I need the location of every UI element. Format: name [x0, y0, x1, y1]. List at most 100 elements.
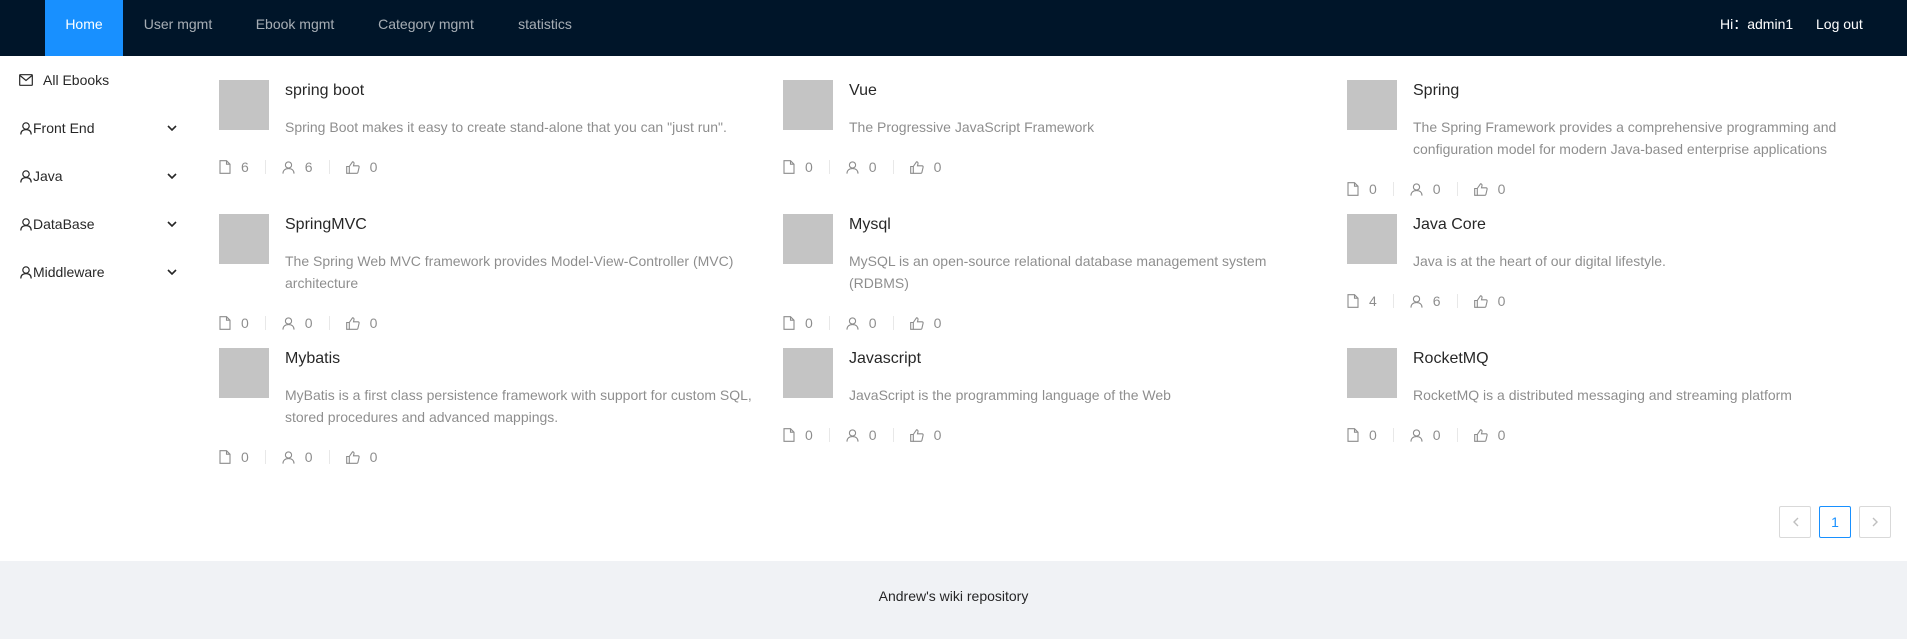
user-icon: [1410, 294, 1433, 308]
divider: [828, 316, 830, 330]
pagination-prev-button[interactable]: [1779, 506, 1811, 538]
nav-item-statistics[interactable]: statistics: [495, 0, 595, 56]
vote-count: 0: [1497, 427, 1506, 443]
nav-item-home[interactable]: Home: [45, 0, 123, 56]
sidebar-item-all-ebooks[interactable]: All Ebooks: [0, 60, 200, 100]
divider: [892, 316, 894, 330]
file-icon: [783, 428, 805, 442]
user-icon: [19, 156, 33, 196]
ebook-title[interactable]: spring boot: [285, 82, 364, 100]
divider: [1456, 294, 1458, 308]
view-count: 0: [868, 427, 877, 443]
like-icon: [1473, 428, 1498, 442]
divider: [264, 160, 266, 174]
ebook-title[interactable]: Mybatis: [285, 350, 340, 368]
pagination-page-1[interactable]: 1: [1819, 506, 1851, 538]
user-greeting: Hi：admin1: [1720, 16, 1794, 32]
page-footer: Andrew's wiki repository: [0, 561, 1907, 639]
divider: [328, 160, 330, 174]
ebook-stats: 6 6 0: [219, 156, 377, 178]
view-count: 0: [868, 315, 877, 331]
sidebar-item-java[interactable]: Java: [0, 156, 200, 196]
doc-count: 4: [1369, 293, 1377, 309]
file-icon: [219, 316, 241, 330]
divider: [1456, 182, 1458, 196]
file-icon: [1347, 428, 1369, 442]
sidebar-item-label: Java: [33, 168, 63, 184]
file-icon: [219, 450, 241, 464]
ebook-description: JavaScript is the programming language o…: [849, 387, 1171, 403]
user-icon: [846, 428, 869, 442]
ebook-title[interactable]: Javascript: [849, 350, 921, 368]
doc-count: 0: [241, 315, 249, 331]
footer-text: Andrew's wiki repository: [878, 588, 1029, 604]
ebook-title[interactable]: RocketMQ: [1413, 350, 1489, 368]
user-icon: [19, 204, 33, 244]
divider: [1392, 182, 1394, 196]
vote-count: 0: [933, 315, 942, 331]
ebook-cover-image: [783, 80, 833, 130]
vote-count: 0: [933, 159, 942, 175]
ebook-stats: 0 0 0: [219, 446, 377, 468]
divider: [828, 160, 830, 174]
ebook-description: The Spring Framework provides a comprehe…: [1413, 119, 1837, 157]
user-icon: [282, 450, 305, 464]
user-icon: [1410, 428, 1433, 442]
sidebar-item-label: Front End: [33, 120, 95, 136]
ebook-title[interactable]: Vue: [849, 82, 877, 100]
ebook-description: Java is at the heart of our digital life…: [1413, 253, 1666, 269]
user-icon: [846, 316, 869, 330]
file-icon: [783, 316, 805, 330]
user-icon: [846, 160, 869, 174]
doc-count: 0: [805, 427, 813, 443]
ebook-title[interactable]: Spring: [1413, 82, 1459, 100]
ebook-stats: 0 0 0: [1347, 424, 1505, 446]
nav-item-category-mgmt[interactable]: Category mgmt: [357, 0, 495, 56]
pagination-next-button[interactable]: [1859, 506, 1891, 538]
ebook-stats: 0 0 0: [783, 156, 941, 178]
user-icon: [19, 108, 33, 148]
sidebar-item-label: DataBase: [33, 216, 95, 232]
sidebar-item-front-end[interactable]: Front End: [0, 108, 200, 148]
doc-count: 0: [241, 449, 249, 465]
ebook-cover-image: [219, 348, 269, 398]
view-count: 0: [1432, 181, 1441, 197]
sidebar-item-label: All Ebooks: [43, 72, 110, 88]
ebook-title[interactable]: Java Core: [1413, 216, 1486, 234]
vote-count: 0: [369, 315, 378, 331]
sidebar-item-middleware[interactable]: Middleware: [0, 252, 200, 292]
ebook-cover-image: [1347, 348, 1397, 398]
sidebar-item-database[interactable]: DataBase: [0, 204, 200, 244]
ebook-description: Spring Boot makes it easy to create stan…: [285, 119, 727, 135]
doc-count: 6: [241, 159, 249, 175]
ebook-cover-image: [783, 348, 833, 398]
like-icon: [1473, 182, 1498, 196]
divider: [892, 428, 894, 442]
view-count: 6: [304, 159, 313, 175]
divider: [328, 316, 330, 330]
divider: [1392, 428, 1394, 442]
divider: [264, 316, 266, 330]
ebook-title[interactable]: Mysql: [849, 216, 891, 234]
user-icon: [282, 316, 305, 330]
divider: [1456, 428, 1458, 442]
ebook-description: The Spring Web MVC framework provides Mo…: [285, 253, 734, 291]
divider: [828, 428, 830, 442]
ebook-title[interactable]: SpringMVC: [285, 216, 367, 234]
view-count: 6: [1432, 293, 1441, 309]
user-icon: [19, 252, 33, 292]
ebook-cover-image: [219, 214, 269, 264]
logout-link[interactable]: Log out: [1816, 0, 1863, 48]
ebook-stats: 0 0 0: [783, 424, 941, 446]
category-sidebar: All Ebooks Front End Java DataBase Middl…: [0, 56, 200, 561]
chevron-down-icon: [164, 204, 180, 244]
divider: [1392, 294, 1394, 308]
view-count: 0: [868, 159, 877, 175]
like-icon: [909, 160, 934, 174]
like-icon: [909, 428, 934, 442]
user-icon: [282, 160, 305, 174]
doc-count: 0: [1369, 181, 1377, 197]
nav-item-user-mgmt[interactable]: User mgmt: [123, 0, 233, 56]
nav-item-ebook-mgmt[interactable]: Ebook mgmt: [233, 0, 357, 56]
chevron-down-icon: [164, 252, 180, 292]
